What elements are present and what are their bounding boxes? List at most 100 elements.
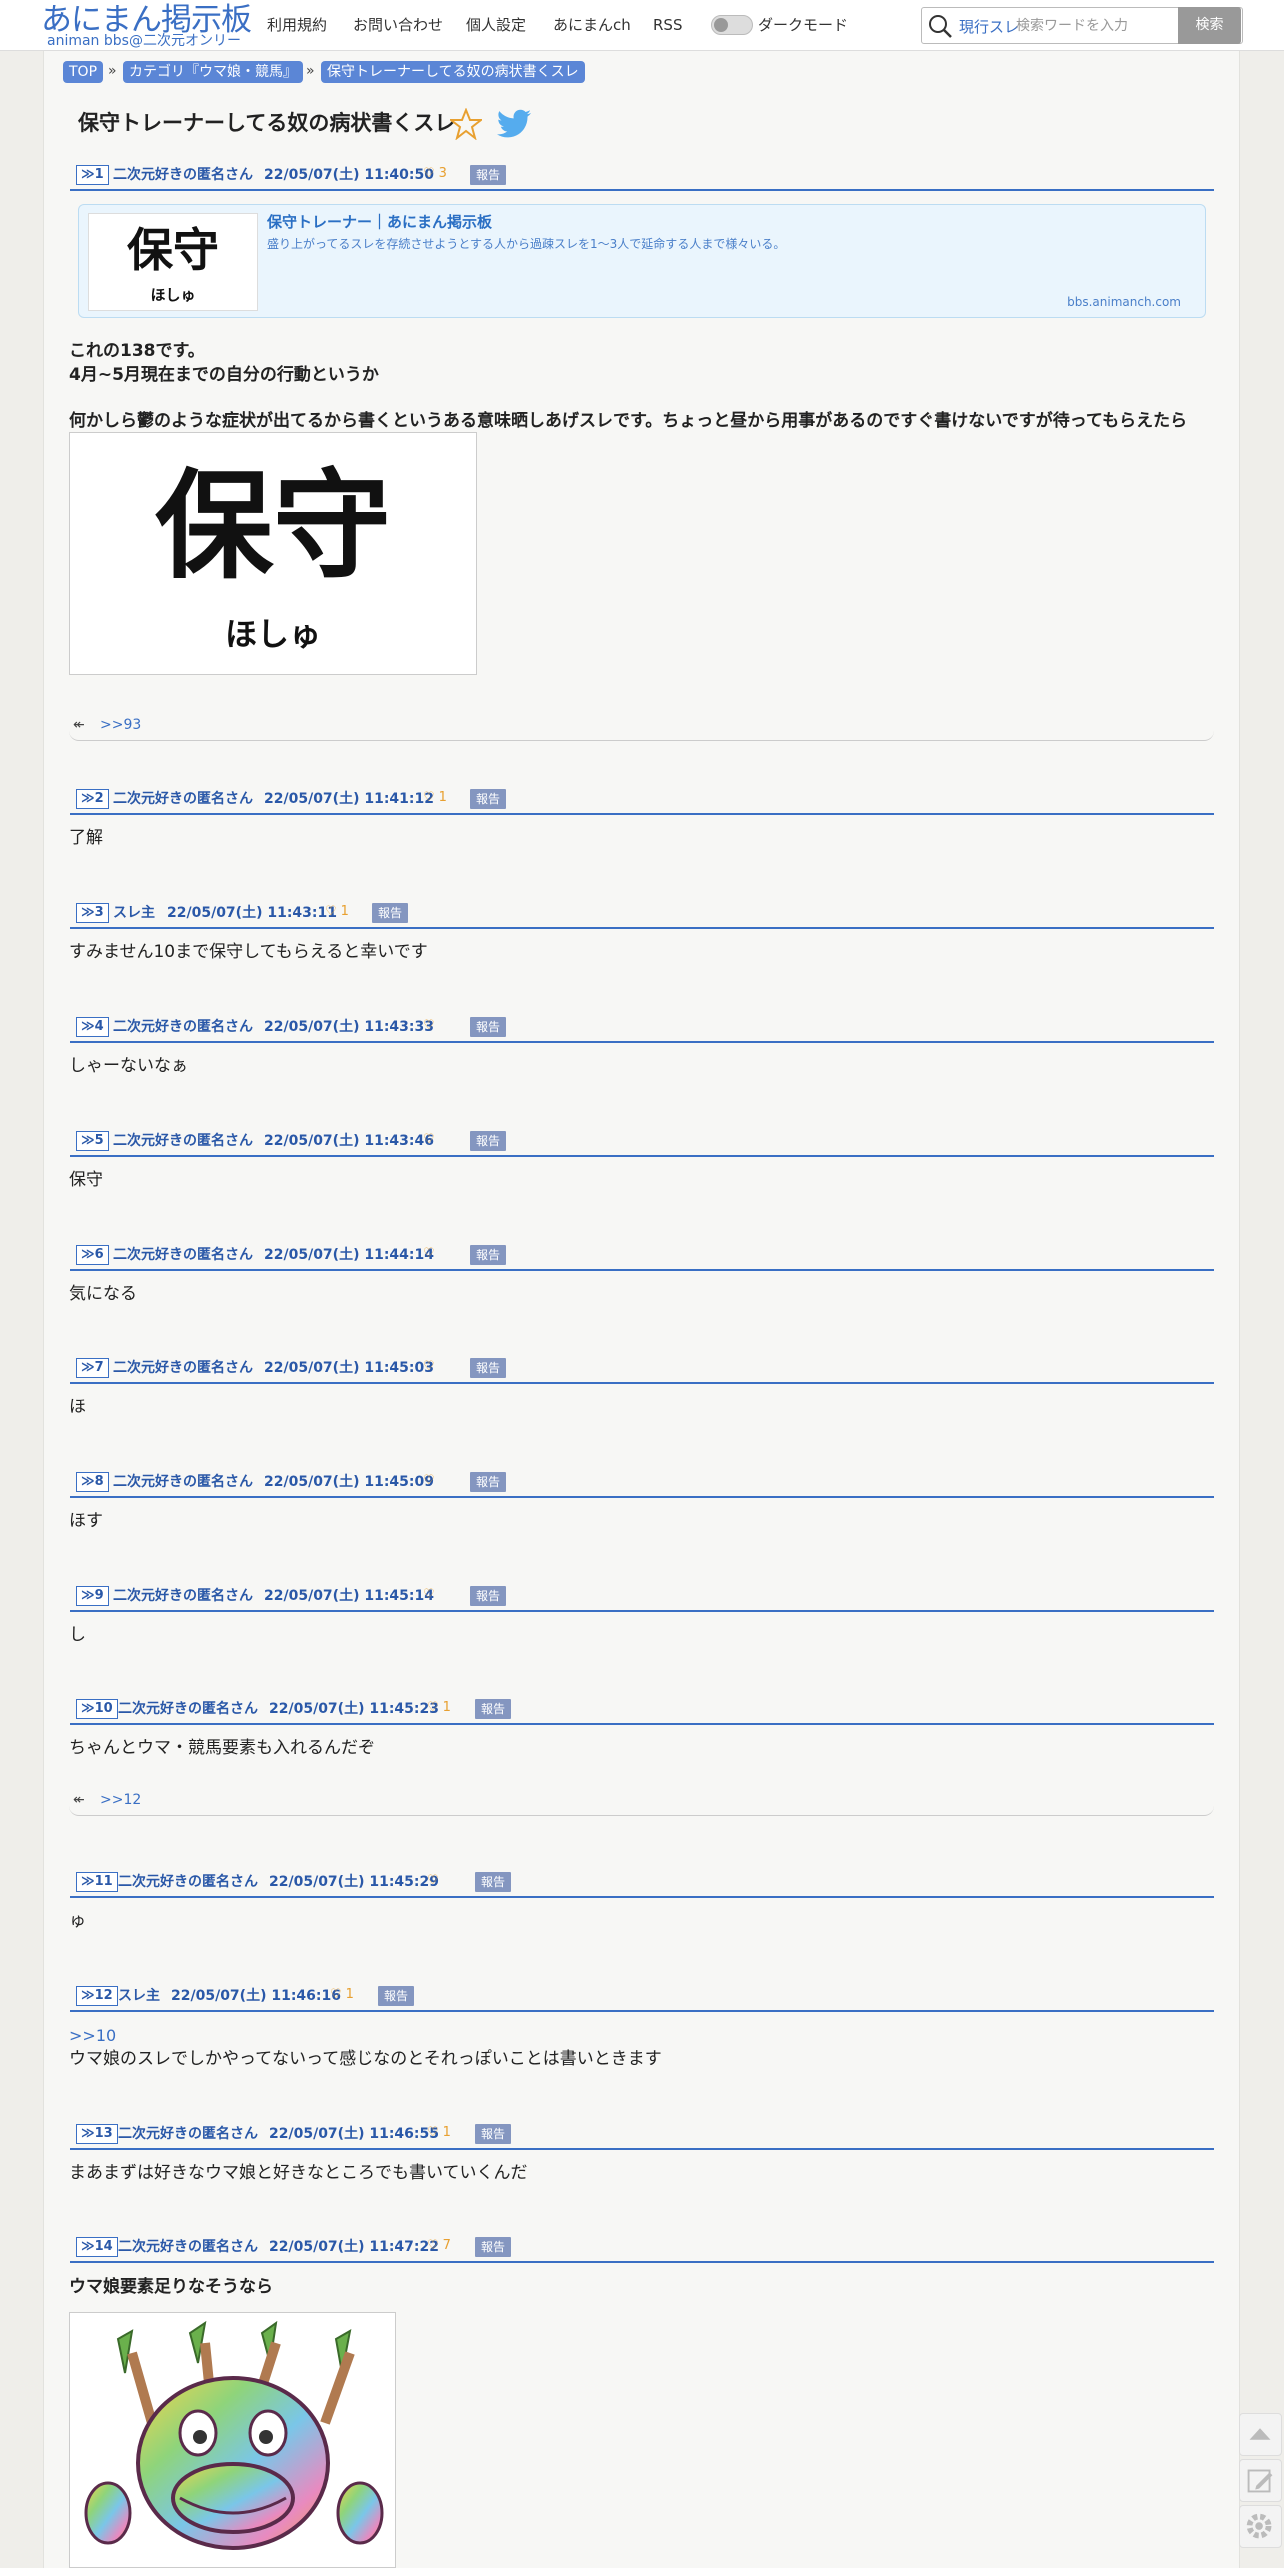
reply-anchor-link[interactable]: >>10 bbox=[69, 2026, 116, 2045]
like-button[interactable]: ♡ 1 bbox=[423, 788, 447, 808]
post-number[interactable]: ≫8 bbox=[76, 1472, 109, 1492]
post-body-line: ゅ bbox=[69, 1911, 86, 1931]
post-body-line: ほ bbox=[69, 1397, 86, 1417]
report-button[interactable]: 報告 bbox=[475, 1699, 511, 1719]
report-button[interactable]: 報告 bbox=[470, 1131, 506, 1151]
like-button[interactable]: ♡ 3 bbox=[423, 164, 447, 184]
report-button[interactable]: 報告 bbox=[470, 1472, 506, 1492]
heart-icon: ♡ bbox=[423, 1132, 435, 1147]
star-favorite-icon[interactable] bbox=[450, 108, 482, 140]
twitter-icon[interactable] bbox=[497, 108, 533, 140]
dark-mode-toggle[interactable] bbox=[711, 15, 753, 35]
nav-terms[interactable]: 利用規約 bbox=[267, 14, 327, 36]
breadcrumb-category[interactable]: カテゴリ『ウマ娘・競馬』 bbox=[123, 61, 303, 83]
like-count: 1 bbox=[340, 904, 349, 919]
search-icon[interactable] bbox=[926, 12, 954, 40]
reply-link[interactable]: >>12 bbox=[100, 1792, 141, 1808]
post-number[interactable]: ≫9 bbox=[76, 1586, 109, 1606]
like-button[interactable]: ♡ bbox=[423, 1016, 439, 1036]
write-post-button[interactable] bbox=[1239, 2459, 1282, 2502]
post-image[interactable]: 保守 ほしゅ bbox=[69, 432, 477, 675]
like-button[interactable]: ♡ 1 bbox=[427, 1698, 451, 1718]
report-button[interactable]: 報告 bbox=[470, 1586, 506, 1606]
report-button[interactable]: 報告 bbox=[475, 1872, 511, 1892]
breadcrumb-thread[interactable]: 保守トレーナーしてる奴の病状書くスレ bbox=[321, 61, 585, 83]
like-button[interactable]: ♡ 1 bbox=[427, 2123, 451, 2143]
report-button[interactable]: 報告 bbox=[470, 1358, 506, 1378]
post-number[interactable]: ≫7 bbox=[76, 1358, 109, 1378]
reply-arrows-icon: ↞ bbox=[73, 717, 85, 733]
post-author: 二次元好きの匿名さん bbox=[113, 1474, 253, 1490]
report-button[interactable]: 報告 bbox=[470, 1245, 506, 1265]
post-number-value: 7 bbox=[94, 1360, 104, 1375]
post-header: ≫9 二次元好きの匿名さん 22/05/07(土) 11:45:14 ♡ 報告 bbox=[70, 1582, 1214, 1612]
report-button[interactable]: 報告 bbox=[475, 2124, 511, 2144]
report-button[interactable]: 報告 bbox=[470, 1017, 506, 1037]
post-date: 22/05/07(土) 11:44:14 bbox=[264, 1247, 434, 1263]
reply-arrow-icon: ≫ bbox=[81, 905, 95, 920]
like-button[interactable]: ♡ bbox=[423, 1244, 439, 1264]
post-date: 22/05/07(土) 11:41:12 bbox=[264, 791, 434, 807]
like-count: 7 bbox=[442, 2238, 451, 2253]
like-button[interactable]: ♡ 1 bbox=[330, 1985, 354, 2005]
search-scope[interactable]: 現行スレ bbox=[959, 16, 1019, 37]
post-number[interactable]: ≫2 bbox=[76, 789, 109, 809]
like-button[interactable]: ♡ 7 bbox=[427, 2236, 451, 2256]
post-author: 二次元好きの匿名さん bbox=[113, 1019, 253, 1035]
link-card-thumbnail: 保守 ほしゅ bbox=[88, 213, 258, 311]
search-input[interactable] bbox=[1016, 12, 1166, 40]
reply-arrow-icon: ≫ bbox=[81, 791, 95, 806]
report-button[interactable]: 報告 bbox=[378, 1986, 414, 2006]
post-number[interactable]: ≫13 bbox=[76, 2124, 118, 2144]
post-header: ≫5 二次元好きの匿名さん 22/05/07(土) 11:43:46 ♡ 報告 bbox=[70, 1127, 1214, 1157]
post-author: 二次元好きの匿名さん bbox=[118, 2239, 258, 2255]
post-date: 22/05/07(土) 11:45:23 bbox=[269, 1701, 439, 1717]
post-header: ≫2 二次元好きの匿名さん 22/05/07(土) 11:41:12 ♡ 1 報告 bbox=[70, 785, 1214, 815]
post-number-value: 9 bbox=[94, 1588, 104, 1603]
post-number[interactable]: ≫12 bbox=[76, 1986, 118, 2006]
post-number[interactable]: ≫10 bbox=[76, 1699, 118, 1719]
hoshu-big-text: 保守 bbox=[154, 456, 391, 595]
post-number[interactable]: ≫4 bbox=[76, 1017, 109, 1037]
post-date: 22/05/07(土) 11:43:33 bbox=[264, 1019, 434, 1035]
like-button[interactable]: ♡ bbox=[427, 1871, 443, 1891]
nav-rss[interactable]: RSS bbox=[653, 14, 682, 36]
report-button[interactable]: 報告 bbox=[470, 165, 506, 185]
nav-animanch[interactable]: あにまんch bbox=[553, 14, 631, 36]
like-button[interactable]: ♡ bbox=[423, 1357, 439, 1377]
report-button[interactable]: 報告 bbox=[475, 2237, 511, 2257]
post-number[interactable]: ≫14 bbox=[76, 2237, 118, 2257]
like-button[interactable]: ♡ 1 bbox=[325, 902, 349, 922]
reply-link[interactable]: >>93 bbox=[100, 717, 141, 733]
page-title: 保守トレーナーしてる奴の病状書くスレ bbox=[78, 111, 456, 135]
site-header: あにまん掲示板 animan bbs@二次元オンリー 利用規約 お問い合わせ 個… bbox=[0, 0, 1284, 51]
like-button[interactable]: ♡ bbox=[423, 1130, 439, 1150]
post-number[interactable]: ≫3 bbox=[76, 903, 109, 923]
logo-subtitle: animan bbs@二次元オンリー bbox=[47, 33, 241, 49]
settings-button[interactable] bbox=[1239, 2505, 1282, 2548]
scroll-top-button[interactable] bbox=[1239, 2413, 1282, 2456]
post-image-character[interactable] bbox=[69, 2312, 396, 2568]
post-number[interactable]: ≫1 bbox=[76, 165, 109, 185]
post-body-line: ウマ娘のスレでしかやってないって感じなのとそれっぽいことは書いときます bbox=[69, 2049, 662, 2069]
post-number-value: 14 bbox=[94, 2239, 113, 2254]
link-card-title[interactable]: 保守トレーナー｜あにまん掲示板 bbox=[267, 211, 492, 232]
dark-mode-label: ダークモード bbox=[758, 16, 849, 34]
report-button[interactable]: 報告 bbox=[372, 903, 408, 923]
post-number[interactable]: ≫5 bbox=[76, 1131, 109, 1151]
post-number[interactable]: ≫11 bbox=[76, 1872, 118, 1892]
reply-arrow-icon: ≫ bbox=[81, 1988, 95, 2003]
like-button[interactable]: ♡ bbox=[423, 1471, 439, 1491]
nav-contact[interactable]: お問い合わせ bbox=[353, 14, 443, 36]
search-button[interactable]: 検索 bbox=[1178, 7, 1241, 44]
post-number[interactable]: ≫6 bbox=[76, 1245, 109, 1265]
nav-settings[interactable]: 個人設定 bbox=[466, 14, 526, 36]
post-body-line: まあまずは好きなウマ娘と好きなところでも書いていくんだ bbox=[69, 2163, 528, 2183]
like-button[interactable]: ♡ bbox=[423, 1585, 439, 1605]
site-logo[interactable]: あにまん掲示板 animan bbs@二次元オンリー bbox=[41, 2, 256, 50]
report-button[interactable]: 報告 bbox=[470, 789, 506, 809]
link-card[interactable]: 保守 ほしゅ 保守トレーナー｜あにまん掲示板 盛り上がってるスレを存続させようと… bbox=[78, 204, 1206, 318]
hoshu-big-text: 保守 bbox=[127, 223, 219, 277]
breadcrumb-top[interactable]: TOP bbox=[63, 61, 104, 83]
heart-icon: ♡ bbox=[325, 904, 337, 919]
